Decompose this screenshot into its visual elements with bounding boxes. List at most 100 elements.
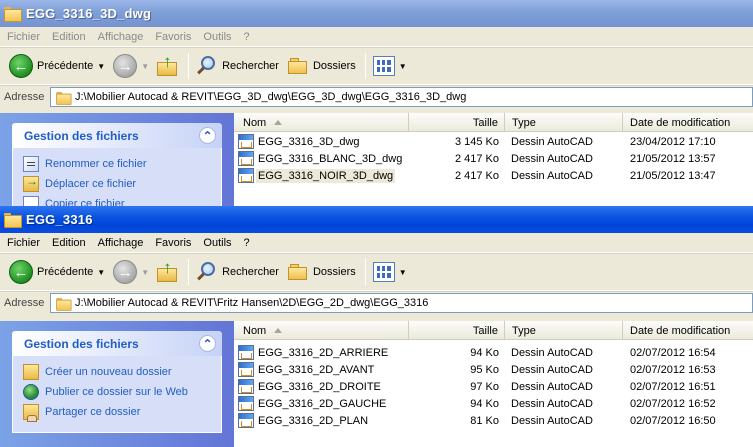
menu-edition[interactable]: Edition bbox=[46, 237, 92, 249]
menu-help[interactable]: ? bbox=[238, 237, 256, 249]
task-publish-web[interactable]: Publier ce dossier sur le Web bbox=[23, 382, 213, 402]
file-tasks-header[interactable]: Gestion des fichiers ⌃ bbox=[12, 123, 222, 148]
file-size: 2 417 Ko bbox=[454, 169, 499, 182]
search-icon bbox=[196, 261, 218, 283]
file-name: EGG_3316_2D_PLAN bbox=[258, 414, 369, 427]
file-type: Dessin AutoCAD bbox=[511, 363, 593, 376]
column-date[interactable]: Date de modification bbox=[623, 113, 753, 132]
file-row[interactable]: EGG_3316_2D_DROITE 97 Ko Dessin AutoCAD … bbox=[234, 378, 753, 395]
collapse-icon[interactable]: ⌃ bbox=[199, 127, 216, 144]
file-list: Nom Taille Type Date de modification EGG… bbox=[234, 113, 753, 206]
file-name: EGG_3316_BLANC_3D_dwg bbox=[258, 152, 403, 165]
file-row[interactable]: EGG_3316_2D_GAUCHE 94 Ko Dessin AutoCAD … bbox=[234, 395, 753, 412]
dwg-file-icon bbox=[238, 151, 254, 166]
menu-favoris[interactable]: Favoris bbox=[149, 237, 197, 249]
chevron-down-icon[interactable]: ▼ bbox=[97, 62, 105, 71]
file-tasks-header[interactable]: Gestion des fichiers ⌃ bbox=[12, 331, 222, 356]
menu-help[interactable]: ? bbox=[238, 31, 256, 43]
up-folder-button[interactable]: ↑ bbox=[154, 257, 182, 287]
menu-edition[interactable]: Edition bbox=[46, 31, 92, 43]
task-share-folder[interactable]: Partager ce dossier bbox=[23, 402, 213, 422]
toolbar-separator bbox=[188, 259, 190, 285]
file-row[interactable]: EGG_3316_2D_ARRIERE 94 Ko Dessin AutoCAD… bbox=[234, 344, 753, 361]
column-headers: Nom Taille Type Date de modification bbox=[234, 321, 753, 340]
folder-icon bbox=[4, 7, 22, 22]
address-input[interactable]: J:\Mobilier Autocad & REVIT\Fritz Hansen… bbox=[50, 293, 753, 313]
chevron-down-icon[interactable]: ▼ bbox=[141, 62, 149, 71]
globe-icon bbox=[23, 384, 39, 400]
folders-label: Dossiers bbox=[312, 60, 356, 72]
menu-affichage[interactable]: Affichage bbox=[92, 31, 150, 43]
menu-fichier[interactable]: Fichier bbox=[0, 237, 46, 249]
folders-button[interactable]: Dossiers bbox=[284, 257, 359, 287]
forward-button[interactable]: → ▼ bbox=[110, 51, 152, 81]
file-row[interactable]: EGG_3316_3D_dwg 3 145 Ko Dessin AutoCAD … bbox=[234, 133, 753, 150]
folder-icon bbox=[56, 297, 72, 311]
rename-icon bbox=[23, 156, 39, 172]
toolbar-separator bbox=[188, 53, 190, 79]
task-label: Copier ce fichier bbox=[45, 198, 125, 206]
file-list: Nom Taille Type Date de modification EGG… bbox=[234, 321, 753, 447]
task-copy-file[interactable]: Copier ce fichier bbox=[23, 194, 213, 206]
file-row[interactable]: EGG_3316_2D_PLAN 81 Ko Dessin AutoCAD 02… bbox=[234, 412, 753, 429]
back-button[interactable]: ← Précédente ▼ bbox=[6, 257, 108, 287]
title-bar[interactable]: EGG_3316_3D_dwg bbox=[0, 0, 753, 27]
column-date[interactable]: Date de modification bbox=[623, 321, 753, 340]
menu-affichage[interactable]: Affichage bbox=[92, 237, 150, 249]
address-bar: Adresse J:\Mobilier Autocad & REVIT\EGG_… bbox=[0, 85, 753, 108]
folders-button[interactable]: Dossiers bbox=[284, 51, 359, 81]
menu-fichier[interactable]: Fichier bbox=[0, 31, 46, 43]
file-row[interactable]: EGG_3316_BLANC_3D_dwg 2 417 Ko Dessin Au… bbox=[234, 150, 753, 167]
search-button[interactable]: Rechercher bbox=[193, 51, 282, 81]
menu-bar: Fichier Edition Affichage Favoris Outils… bbox=[0, 27, 753, 47]
folder-icon bbox=[56, 91, 72, 105]
file-row[interactable]: EGG_3316_NOIR_3D_dwg 2 417 Ko Dessin Aut… bbox=[234, 167, 753, 184]
address-input[interactable]: J:\Mobilier Autocad & REVIT\EGG_3D_dwg\E… bbox=[50, 87, 753, 107]
address-bar: Adresse J:\Mobilier Autocad & REVIT\Frit… bbox=[0, 291, 753, 314]
file-date: 02/07/2012 16:54 bbox=[630, 346, 716, 359]
file-row[interactable]: EGG_3316_2D_AVANT 95 Ko Dessin AutoCAD 0… bbox=[234, 361, 753, 378]
chevron-down-icon[interactable]: ▼ bbox=[141, 268, 149, 277]
title-bar[interactable]: EGG_3316 bbox=[0, 206, 753, 233]
column-name[interactable]: Nom bbox=[234, 321, 409, 340]
task-label: Créer un nouveau dossier bbox=[45, 366, 172, 378]
chevron-down-icon[interactable]: ▼ bbox=[399, 268, 407, 277]
forward-button[interactable]: → ▼ bbox=[110, 257, 152, 287]
window-title: EGG_3316 bbox=[26, 212, 93, 227]
address-path: J:\Mobilier Autocad & REVIT\EGG_3D_dwg\E… bbox=[75, 91, 467, 103]
sort-arrow-icon bbox=[274, 328, 282, 333]
file-date: 02/07/2012 16:52 bbox=[630, 397, 716, 410]
window-title: EGG_3316_3D_dwg bbox=[26, 6, 152, 21]
column-size[interactable]: Taille bbox=[409, 113, 505, 132]
dwg-file-icon bbox=[238, 168, 254, 183]
menu-outils[interactable]: Outils bbox=[197, 237, 237, 249]
task-label: Déplacer ce fichier bbox=[45, 178, 137, 190]
dwg-file-icon bbox=[238, 413, 254, 428]
collapse-icon[interactable]: ⌃ bbox=[199, 335, 216, 352]
search-button[interactable]: Rechercher bbox=[193, 257, 282, 287]
menu-favoris[interactable]: Favoris bbox=[149, 31, 197, 43]
chevron-down-icon[interactable]: ▼ bbox=[399, 62, 407, 71]
menu-outils[interactable]: Outils bbox=[197, 31, 237, 43]
file-tasks-title: Gestion des fichiers bbox=[24, 128, 139, 143]
search-icon bbox=[196, 55, 218, 77]
task-pane: Gestion des fichiers ⌃ Créer un nouveau … bbox=[0, 321, 234, 447]
up-folder-button[interactable]: ↑ bbox=[154, 51, 182, 81]
views-button[interactable]: ▼ bbox=[370, 257, 410, 287]
file-type: Dessin AutoCAD bbox=[511, 346, 593, 359]
task-new-folder[interactable]: Créer un nouveau dossier bbox=[23, 362, 213, 382]
column-type[interactable]: Type bbox=[505, 321, 623, 340]
column-type[interactable]: Type bbox=[505, 113, 623, 132]
column-name[interactable]: Nom bbox=[234, 113, 409, 132]
address-path: J:\Mobilier Autocad & REVIT\Fritz Hansen… bbox=[75, 297, 429, 309]
task-rename-file[interactable]: Renommer ce fichier bbox=[23, 154, 213, 174]
file-size: 95 Ko bbox=[470, 363, 499, 376]
file-name: EGG_3316_2D_GAUCHE bbox=[258, 397, 387, 410]
back-button[interactable]: ← Précédente ▼ bbox=[6, 51, 108, 81]
chevron-down-icon[interactable]: ▼ bbox=[97, 268, 105, 277]
column-size[interactable]: Taille bbox=[409, 321, 505, 340]
views-button[interactable]: ▼ bbox=[370, 51, 410, 81]
file-date: 02/07/2012 16:53 bbox=[630, 363, 716, 376]
address-label: Adresse bbox=[4, 297, 45, 309]
task-move-file[interactable]: Déplacer ce fichier bbox=[23, 174, 213, 194]
